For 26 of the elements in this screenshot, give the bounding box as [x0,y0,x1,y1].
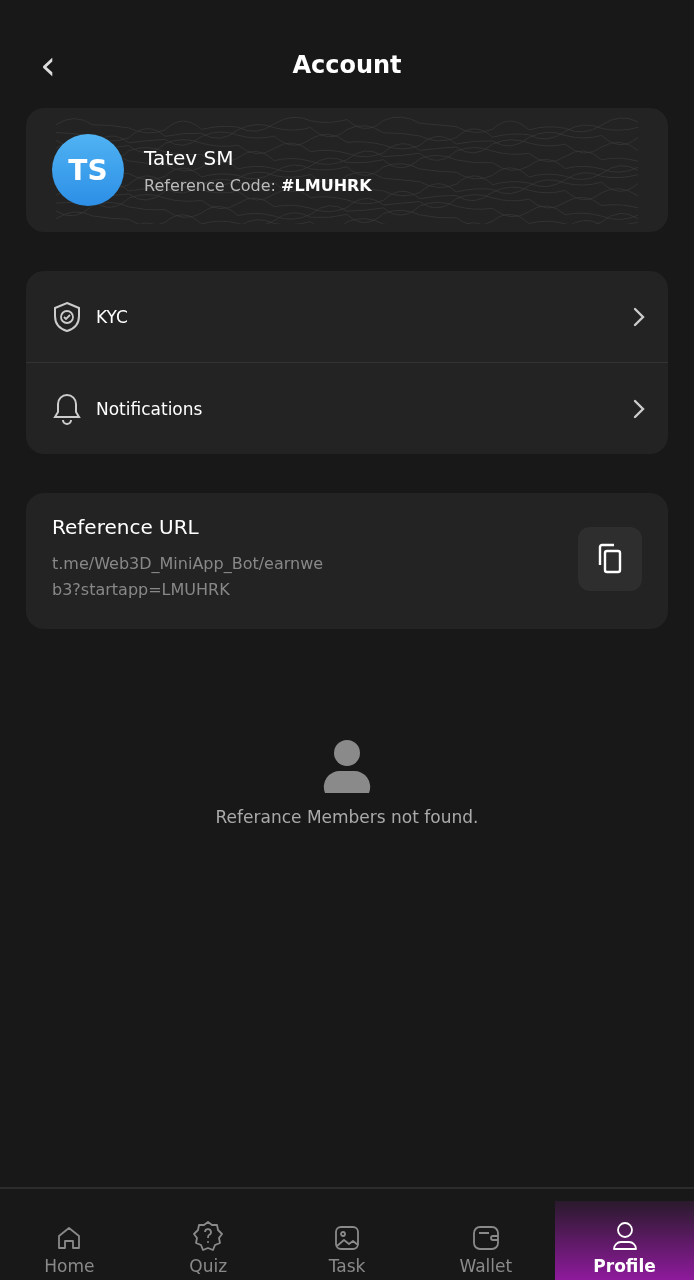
chevron-right-icon [632,397,646,420]
nav-tab[interactable]: Quiz [138,1201,278,1280]
reference-code: Reference Code: #LMUHRK [144,175,372,195]
reference-title: Reference URL [52,515,200,539]
wallet-icon [470,1224,501,1252]
empty-message: Referance Members not found. [215,807,479,827]
image-icon [333,1224,361,1252]
chevron-right-icon [632,305,646,328]
person-icon [323,739,371,793]
menu-item[interactable]: Notifications [26,362,668,454]
nav-tab[interactable]: Home [0,1201,139,1280]
avatar: TS [52,134,124,206]
shield-check-icon [52,300,82,333]
copy-button[interactable] [578,527,642,591]
nav-tab[interactable]: Task [277,1201,417,1280]
question-badge-icon [192,1220,225,1252]
page-title: Account [292,51,402,79]
copy-icon [596,543,624,575]
menu-item[interactable]: KYC [26,271,668,362]
nav-tab[interactable]: Wallet [416,1201,556,1280]
nav-tab[interactable]: Profile [555,1201,694,1280]
user-icon [610,1220,639,1252]
user-name: Tatev SM [144,145,235,170]
reference-url: t.me/Web3D_MiniApp_Bot/earnweb3?startapp=LMUHRK [52,553,325,601]
bell-icon [52,391,82,426]
back-button[interactable]: ‹ [34,45,62,85]
